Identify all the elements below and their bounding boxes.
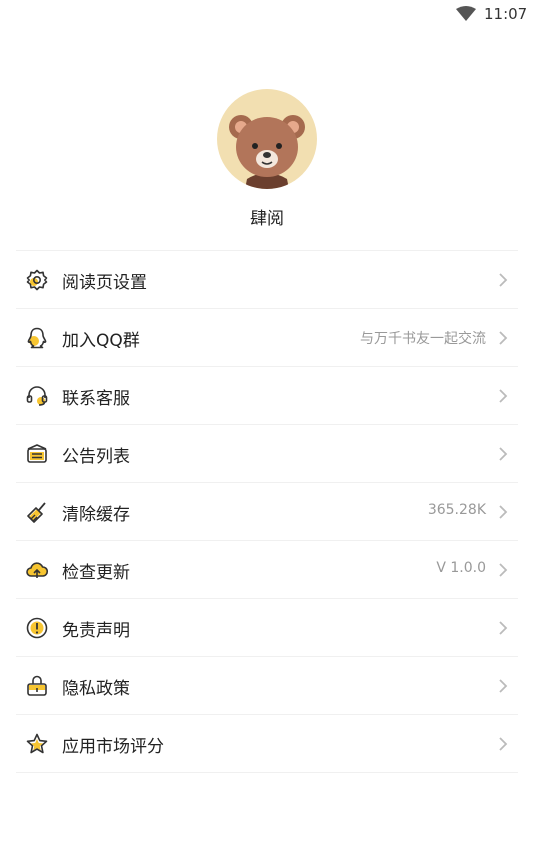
menu-item-privacy-policy[interactable]: 隐私政策 bbox=[16, 657, 518, 715]
menu-item-label: 联系客服 bbox=[62, 389, 130, 409]
chevron-right-icon bbox=[498, 388, 508, 404]
menu-item-clear-cache[interactable]: 清除缓存 365.28K bbox=[16, 483, 518, 541]
menu-item-value: 与万千书友一起交流 bbox=[360, 331, 486, 347]
gear-icon bbox=[25, 268, 49, 292]
menu-item-label: 清除缓存 bbox=[62, 505, 130, 525]
exclamation-circle-icon bbox=[25, 616, 49, 640]
menu-item-announcements[interactable]: 公告列表 bbox=[16, 425, 518, 483]
cloud-upload-icon bbox=[25, 558, 49, 582]
menu-item-label: 公告列表 bbox=[62, 447, 130, 467]
avatar[interactable] bbox=[217, 89, 317, 189]
username: 肆阅 bbox=[250, 209, 284, 229]
status-time: 11:07 bbox=[484, 5, 528, 23]
chevron-right-icon bbox=[498, 678, 508, 694]
menu-item-join-qq-group[interactable]: 加入QQ群 与万千书友一起交流 bbox=[16, 309, 518, 367]
menu-item-label: 加入QQ群 bbox=[62, 331, 140, 351]
lock-icon bbox=[25, 674, 49, 698]
chevron-right-icon bbox=[498, 446, 508, 462]
chevron-right-icon bbox=[498, 330, 508, 346]
menu-item-label: 免责声明 bbox=[62, 621, 130, 641]
notice-box-icon bbox=[25, 442, 49, 466]
menu-item-value: 365.28K bbox=[427, 502, 486, 518]
menu-item-label: 隐私政策 bbox=[62, 679, 130, 699]
bear-avatar-icon bbox=[229, 115, 305, 189]
menu-item-label: 应用市场评分 bbox=[62, 737, 164, 757]
menu-item-label: 阅读页设置 bbox=[62, 273, 147, 293]
menu-item-label: 检查更新 bbox=[62, 563, 130, 583]
chevron-right-icon bbox=[498, 562, 508, 578]
chevron-right-icon bbox=[498, 736, 508, 752]
chevron-right-icon bbox=[498, 620, 508, 636]
menu-item-contact-support[interactable]: 联系客服 bbox=[16, 367, 518, 425]
wifi-icon bbox=[455, 6, 477, 22]
chevron-right-icon bbox=[498, 272, 508, 288]
qq-penguin-icon bbox=[25, 326, 49, 350]
menu-item-rate-app[interactable]: 应用市场评分 bbox=[16, 715, 518, 773]
headset-icon bbox=[25, 384, 49, 408]
broom-icon bbox=[25, 500, 49, 524]
settings-menu: 阅读页设置 加入QQ群 与万千书友一起交流 联系客服 公告列表 清除缓存 365… bbox=[16, 250, 518, 773]
menu-item-check-update[interactable]: 检查更新 V 1.0.0 bbox=[16, 541, 518, 599]
status-bar: 11:07 bbox=[0, 0, 534, 30]
menu-item-reading-settings[interactable]: 阅读页设置 bbox=[16, 251, 518, 309]
menu-item-value: V 1.0.0 bbox=[436, 560, 486, 576]
star-icon bbox=[25, 732, 49, 756]
menu-item-disclaimer[interactable]: 免责声明 bbox=[16, 599, 518, 657]
chevron-right-icon bbox=[498, 504, 508, 520]
